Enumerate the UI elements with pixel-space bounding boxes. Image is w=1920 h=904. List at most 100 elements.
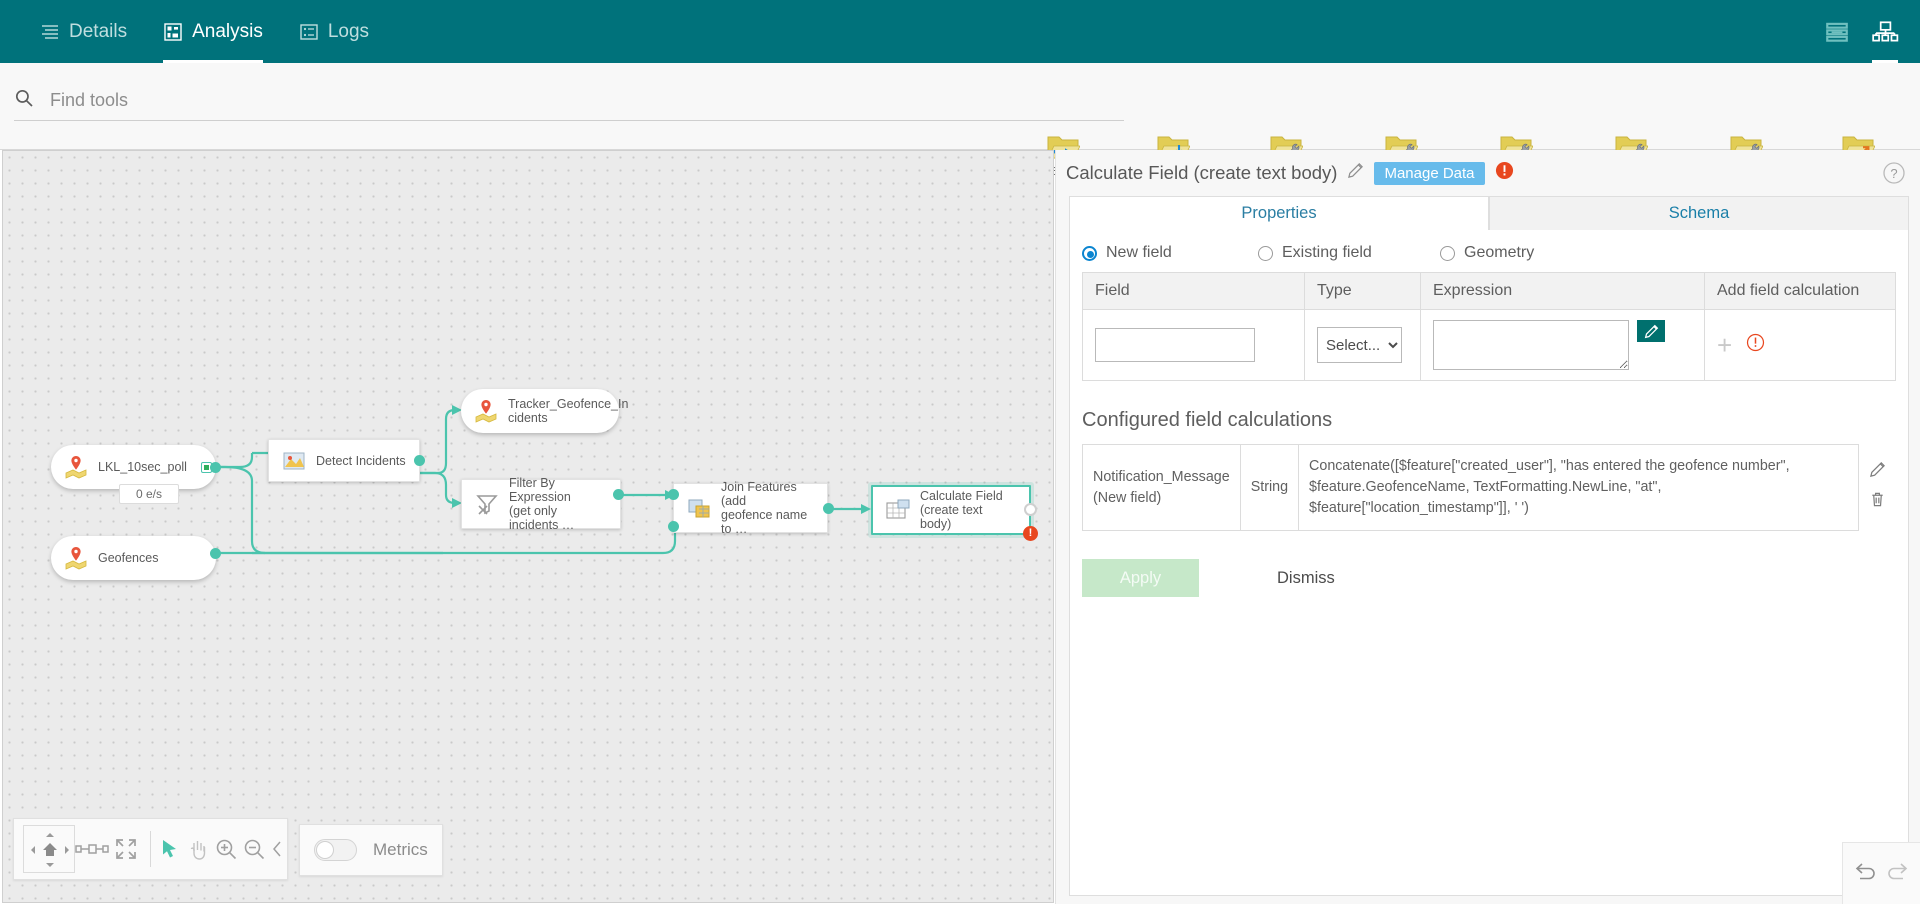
panel-tabs: Properties Schema [1069, 196, 1909, 230]
tab-analysis-label: Analysis [192, 21, 263, 43]
tab-properties[interactable]: Properties [1069, 196, 1489, 230]
canvas-node-label: Calculate Field (create text body) [920, 489, 1017, 531]
list-view-icon[interactable] [1820, 0, 1854, 63]
canvas-node-label: Detect Incidents [316, 454, 406, 468]
node-output-port[interactable] [823, 503, 834, 514]
tab-logs[interactable]: Logs [281, 0, 387, 63]
status-badge: Manage Data [1374, 162, 1484, 185]
fit-screen-icon[interactable] [109, 818, 143, 880]
cell-field-expression: Concatenate([$feature["created_user"], "… [1299, 445, 1859, 531]
tab-details[interactable]: Details [22, 0, 145, 63]
radio-new-field-label: New field [1106, 244, 1172, 262]
canvas-node-tracker-geofence-incidents[interactable]: Tracker_Geofence_In cidents [461, 389, 619, 433]
top-right-actions [1820, 0, 1902, 63]
search-bar [14, 81, 1124, 121]
cell-field-name: Notification_Message (New field) [1083, 445, 1241, 531]
filter-icon [474, 492, 500, 516]
canvas-node-filter-by-expression[interactable]: Filter By Expression (get only incidents… [461, 479, 621, 529]
field-calculation-grid: Field Type Expression Add field calculat… [1082, 272, 1896, 381]
hand-pan-icon[interactable] [184, 818, 212, 880]
feed-map-icon [63, 546, 89, 570]
cell-add-field-calculation: + [1705, 310, 1896, 381]
canvas-node-detect-incidents[interactable]: Detect Incidents [268, 439, 420, 482]
error-circle-icon [1746, 333, 1765, 357]
detect-incidents-icon [281, 449, 307, 473]
node-output-port[interactable] [1024, 503, 1037, 516]
redo-icon[interactable] [1886, 862, 1908, 885]
field-name-input[interactable] [1095, 328, 1255, 362]
node-input-port[interactable] [668, 521, 679, 532]
canvas-node-calculate-field[interactable]: Calculate Field (create text body) [871, 485, 1031, 535]
node-output-port[interactable] [613, 489, 624, 500]
zoom-out-icon[interactable] [240, 818, 268, 880]
error-icon [1495, 161, 1514, 185]
radio-geometry[interactable]: Geometry [1440, 244, 1534, 262]
dismiss-button[interactable]: Dismiss [1271, 568, 1341, 589]
column-header-type: Type [1305, 273, 1421, 310]
tab-analysis[interactable]: Analysis [145, 0, 281, 63]
search-input[interactable] [48, 89, 1068, 112]
feed-map-icon [63, 455, 89, 479]
type-select[interactable]: Select... String Integer Double Date [1317, 327, 1402, 363]
canvas-node-lkl-10sec-poll[interactable]: LKL_10sec_poll [51, 445, 216, 489]
analysis-canvas[interactable]: LKL_10sec_poll 0 e/s Geofences Detect In… [2, 150, 1054, 903]
trash-icon[interactable] [1869, 491, 1886, 515]
join-features-icon [686, 496, 712, 520]
fit-width-icon[interactable] [75, 818, 109, 880]
cell-field [1083, 310, 1305, 381]
field-target-radio-group: New field Existing field Geometry [1070, 230, 1908, 270]
tab-schema-label: Schema [1669, 204, 1730, 223]
metrics-toggle[interactable] [314, 839, 357, 861]
metrics-label: Metrics [373, 840, 428, 860]
metrics-toolbar: Metrics [299, 824, 443, 876]
node-error-badge[interactable]: ! [1023, 526, 1038, 541]
tab-logs-label: Logs [328, 21, 369, 43]
node-output-port[interactable] [210, 462, 221, 473]
canvas-navigation-toolbar [13, 818, 288, 880]
radio-new-field[interactable]: New field [1082, 244, 1258, 262]
help-icon[interactable]: ? [1883, 162, 1905, 184]
table-row: Notification_Message (New field) String … [1083, 445, 1897, 531]
canvas-node-label: Geofences [98, 551, 158, 565]
pan-home-icon[interactable] [23, 825, 75, 873]
radio-existing-field[interactable]: Existing field [1258, 244, 1440, 262]
radio-existing-field-label: Existing field [1282, 244, 1372, 262]
pencil-icon[interactable] [1347, 162, 1364, 184]
panel-actions: Apply Dismiss [1082, 559, 1908, 597]
top-bar: Details Analysis [0, 0, 1920, 63]
cell-expression [1421, 310, 1705, 381]
tab-properties-label: Properties [1241, 204, 1316, 223]
panel-header: Calculate Field (create text body) Manag… [1056, 150, 1920, 196]
node-input-port[interactable] [668, 489, 679, 500]
tab-schema[interactable]: Schema [1489, 196, 1909, 230]
expression-edit-button[interactable] [1637, 320, 1665, 342]
canvas-node-geofences[interactable]: Geofences [51, 536, 216, 580]
details-icon [40, 22, 60, 42]
node-output-port[interactable] [210, 548, 221, 559]
node-output-port[interactable] [414, 455, 425, 466]
tools-row: / Feeds [0, 63, 1920, 150]
plus-icon[interactable]: + [1717, 336, 1732, 354]
events-per-second-badge: 0 e/s [119, 484, 179, 504]
canvas-node-join-features[interactable]: Join Features (add geofence name to … [673, 483, 828, 533]
analysis-icon [163, 22, 183, 42]
apply-button[interactable]: Apply [1082, 559, 1199, 597]
undo-icon[interactable] [1855, 862, 1877, 885]
configured-calculations-table: Notification_Message (New field) String … [1082, 444, 1896, 531]
collapse-chevron-icon[interactable] [267, 818, 287, 880]
panel-body: New field Existing field Geometry Field … [1069, 230, 1909, 896]
feed-map-icon [473, 399, 499, 423]
expression-input[interactable] [1433, 320, 1629, 370]
tool-properties-panel: Calculate Field (create text body) Manag… [1055, 150, 1920, 904]
diagram-view-icon[interactable] [1868, 0, 1902, 63]
table-row: Select... String Integer Double Date [1083, 310, 1896, 381]
edit-calculation-button[interactable] [1869, 461, 1886, 485]
zoom-in-icon[interactable] [212, 818, 240, 880]
configured-calculations-title: Configured field calculations [1082, 409, 1908, 432]
canvas-node-label: LKL_10sec_poll [98, 460, 187, 474]
radio-geometry-label: Geometry [1464, 244, 1534, 262]
select-pointer-icon[interactable] [156, 818, 184, 880]
toolbar-divider [150, 831, 151, 867]
configured-field-name-sub: (New field) [1093, 488, 1230, 509]
canvas-node-label: Filter By Expression (get only incidents… [509, 476, 608, 532]
